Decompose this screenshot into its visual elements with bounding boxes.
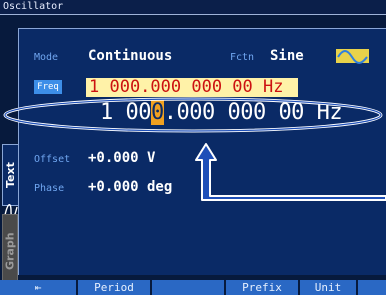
softkey-back[interactable]: ⇤ (0, 280, 76, 295)
side-tabs: Text Graph (2, 28, 18, 288)
sine-function-icon[interactable] (336, 49, 369, 64)
mode-label: Mode (34, 52, 59, 63)
phase-label: Phase (34, 183, 65, 194)
window-title: Oscillator (0, 0, 386, 15)
softkey-empty-2[interactable] (358, 280, 386, 295)
settings-panel (18, 28, 386, 275)
freq-label[interactable]: Freq (34, 80, 62, 94)
sine-wave-icon (337, 50, 368, 64)
frequency-edit-field[interactable]: 1 000.000 000 00 Hz (100, 99, 343, 127)
offset-value[interactable]: +0.000 V (88, 150, 155, 166)
softkey-period[interactable]: Period (78, 280, 150, 295)
offset-label: Offset (34, 154, 71, 165)
fctn-label: Fctn (230, 52, 255, 63)
digit-cursor[interactable]: 0 (150, 100, 164, 125)
softkey-bar: ⇤ Period Prefix Unit (0, 280, 386, 295)
fctn-value[interactable]: Sine (270, 48, 304, 64)
frequency-value[interactable]: 1 000.000 000 00 Hz (86, 78, 298, 97)
frequency-edit-row[interactable]: 1 000.000 000 00 Hz (0, 96, 386, 130)
softkey-prefix[interactable]: Prefix (226, 280, 298, 295)
tab-graph[interactable]: Graph (2, 214, 18, 288)
edit-digits-after: .000 000 00 Hz (163, 100, 343, 125)
tab-text[interactable]: Text (2, 144, 18, 206)
mode-value[interactable]: Continuous (88, 48, 172, 64)
softkey-unit[interactable]: Unit (300, 280, 356, 295)
edit-digits-before: 1 00 (100, 100, 151, 125)
softkey-empty-1[interactable] (152, 280, 224, 295)
phase-value[interactable]: +0.000 deg (88, 179, 172, 195)
